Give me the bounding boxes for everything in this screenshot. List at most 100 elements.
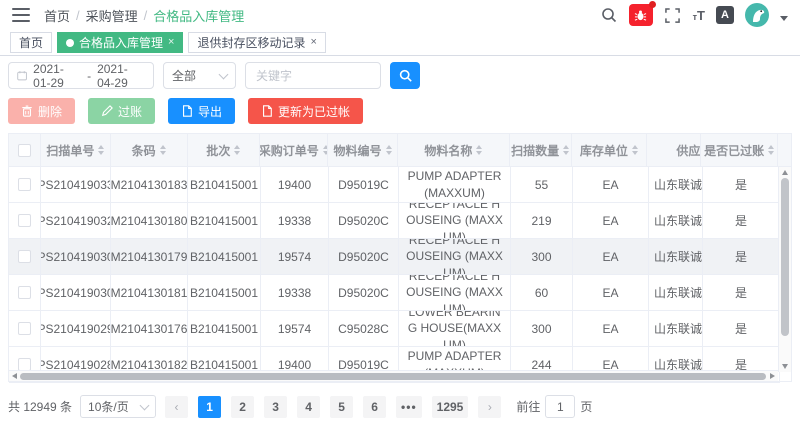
- button-label: 导出: [198, 103, 222, 120]
- sort-icon[interactable]: [386, 145, 392, 155]
- table-row[interactable]: PS210419030 M2104130181 B210415001 19338…: [9, 275, 791, 311]
- table-row[interactable]: PS210419033 M2104130183 B210415001 19400…: [9, 167, 791, 203]
- date-range-picker[interactable]: 2021-01-29 - 2021-04-29: [8, 62, 154, 89]
- col-scan-qty[interactable]: 扫描数量: [510, 134, 572, 167]
- cell-supplier: 山东联诚精: [649, 203, 703, 239]
- more-pages-icon[interactable]: •••: [396, 396, 422, 418]
- table-row[interactable]: PS210419030 M2104130179 B210415001 19574…: [9, 239, 791, 275]
- page-button-3[interactable]: 3: [264, 396, 287, 418]
- trash-icon: [21, 105, 33, 117]
- chevron-down-icon[interactable]: [780, 16, 788, 21]
- error-log-bug-button[interactable]: [629, 4, 653, 26]
- breadcrumb-purchase[interactable]: 采购管理: [86, 6, 138, 25]
- row-checkbox[interactable]: [18, 286, 31, 299]
- horizontal-scrollbar[interactable]: [9, 370, 778, 381]
- sort-icon[interactable]: [476, 145, 482, 155]
- tab-home[interactable]: 首页: [10, 32, 52, 53]
- col-barcode[interactable]: 条码: [111, 134, 188, 167]
- page-size-select[interactable]: 10条/页: [80, 395, 156, 418]
- row-checkbox[interactable]: [18, 178, 31, 191]
- cell-barcode: M2104130181: [111, 275, 188, 311]
- search-icon: [399, 69, 412, 82]
- vertical-scrollbar[interactable]: [778, 167, 791, 372]
- top-navbar: 首页 / 采购管理 / 合格品入库管理 тT A: [0, 0, 800, 30]
- row-checkbox[interactable]: [18, 250, 31, 263]
- breadcrumb-home[interactable]: 首页: [44, 6, 70, 25]
- update-posted-button[interactable]: 更新为已过帐: [248, 98, 363, 124]
- cell-batch: B210415001: [188, 239, 261, 275]
- export-button[interactable]: 导出: [168, 98, 235, 124]
- page-button-1[interactable]: 1: [198, 396, 221, 418]
- document-icon: [181, 105, 193, 117]
- close-icon[interactable]: ×: [310, 37, 316, 48]
- sort-icon[interactable]: [563, 145, 569, 155]
- sort-icon[interactable]: [160, 145, 166, 155]
- tab-return-storage[interactable]: 退供封存区移动记录 ×: [188, 32, 325, 53]
- cell-stock-unit: EA: [573, 239, 649, 275]
- cell-scan-qty: 60: [511, 275, 573, 311]
- search-button[interactable]: [390, 62, 420, 89]
- scroll-up-arrow-icon[interactable]: [782, 170, 788, 175]
- cell-scan-qty: 55: [511, 167, 573, 203]
- col-supplier[interactable]: 供应商: [647, 134, 701, 167]
- col-stock-unit[interactable]: 库存单位: [572, 134, 648, 167]
- table-row[interactable]: PS210419032 M2104130180 B210415001 19338…: [9, 203, 791, 239]
- col-po-no[interactable]: 采购订单号: [260, 134, 328, 167]
- col-scan-no[interactable]: 扫描单号: [41, 134, 111, 167]
- avatar[interactable]: [745, 3, 769, 27]
- delete-button[interactable]: 删除: [8, 98, 75, 124]
- scroll-right-arrow-icon[interactable]: [770, 373, 775, 379]
- notification-dot: [649, 1, 656, 8]
- goto-page-input[interactable]: [545, 395, 575, 418]
- scroll-left-arrow-icon[interactable]: [12, 373, 17, 379]
- col-batch[interactable]: 批次: [188, 134, 261, 167]
- active-dot: [66, 39, 74, 47]
- cell-scan-no: PS210419029: [41, 311, 111, 347]
- cell-po-no: 19574: [261, 311, 329, 347]
- language-switch-icon[interactable]: A: [716, 6, 734, 24]
- header-filler: [778, 134, 791, 167]
- vertical-scrollbar-thumb[interactable]: [781, 178, 789, 336]
- tab-qualified-inbound[interactable]: 合格品入库管理 ×: [57, 32, 183, 53]
- cell-material-no: D95019C: [329, 167, 399, 203]
- col-material-name[interactable]: 物料名称: [398, 134, 510, 167]
- sort-icon[interactable]: [98, 145, 104, 155]
- row-checkbox[interactable]: [18, 322, 31, 335]
- col-material-no[interactable]: 物料编号: [328, 134, 398, 167]
- scroll-down-arrow-icon[interactable]: [782, 364, 788, 369]
- post-button[interactable]: 过账: [88, 98, 155, 124]
- table-row[interactable]: PS210419029 M2104130176 B210415001 19574…: [9, 311, 791, 347]
- sort-icon[interactable]: [768, 145, 774, 155]
- col-posted[interactable]: 是否已过账: [701, 134, 778, 167]
- cell-material-no: D95020C: [329, 203, 399, 239]
- cell-scan-no: PS210419033: [41, 167, 111, 203]
- page-button-5[interactable]: 5: [330, 396, 353, 418]
- cell-material-name: RECEPTACLE HOUSEING (MAXXUM): [399, 239, 511, 275]
- search-icon[interactable]: [600, 6, 618, 24]
- close-icon[interactable]: ×: [168, 37, 174, 48]
- cell-stock-unit: EA: [573, 167, 649, 203]
- font-size-icon[interactable]: тT: [693, 9, 705, 22]
- sort-icon[interactable]: [234, 145, 240, 155]
- hamburger-icon[interactable]: [12, 8, 30, 22]
- page-button-4[interactable]: 4: [297, 396, 320, 418]
- keyword-input[interactable]: [245, 62, 381, 89]
- prev-page-button[interactable]: ‹: [165, 396, 188, 418]
- sort-icon[interactable]: [632, 145, 638, 155]
- cell-posted: 是: [703, 311, 780, 347]
- cell-batch: B210415001: [188, 275, 261, 311]
- select-all-checkbox[interactable]: [18, 144, 31, 157]
- page-size-value: 10条/页: [88, 398, 129, 415]
- next-page-button[interactable]: ›: [478, 396, 501, 418]
- type-select[interactable]: 全部: [163, 62, 236, 89]
- page-button-6[interactable]: 6: [363, 396, 386, 418]
- goto-page: 前往 页: [516, 395, 592, 418]
- page-button-2[interactable]: 2: [231, 396, 254, 418]
- page-button-last[interactable]: 1295: [432, 396, 469, 418]
- cell-supplier: 山东联诚精: [649, 275, 703, 311]
- row-checkbox[interactable]: [18, 214, 31, 227]
- calendar-icon: [17, 69, 27, 82]
- horizontal-scrollbar-thumb[interactable]: [20, 373, 766, 380]
- fullscreen-icon[interactable]: [664, 6, 682, 24]
- tab-label: 首页: [19, 34, 43, 51]
